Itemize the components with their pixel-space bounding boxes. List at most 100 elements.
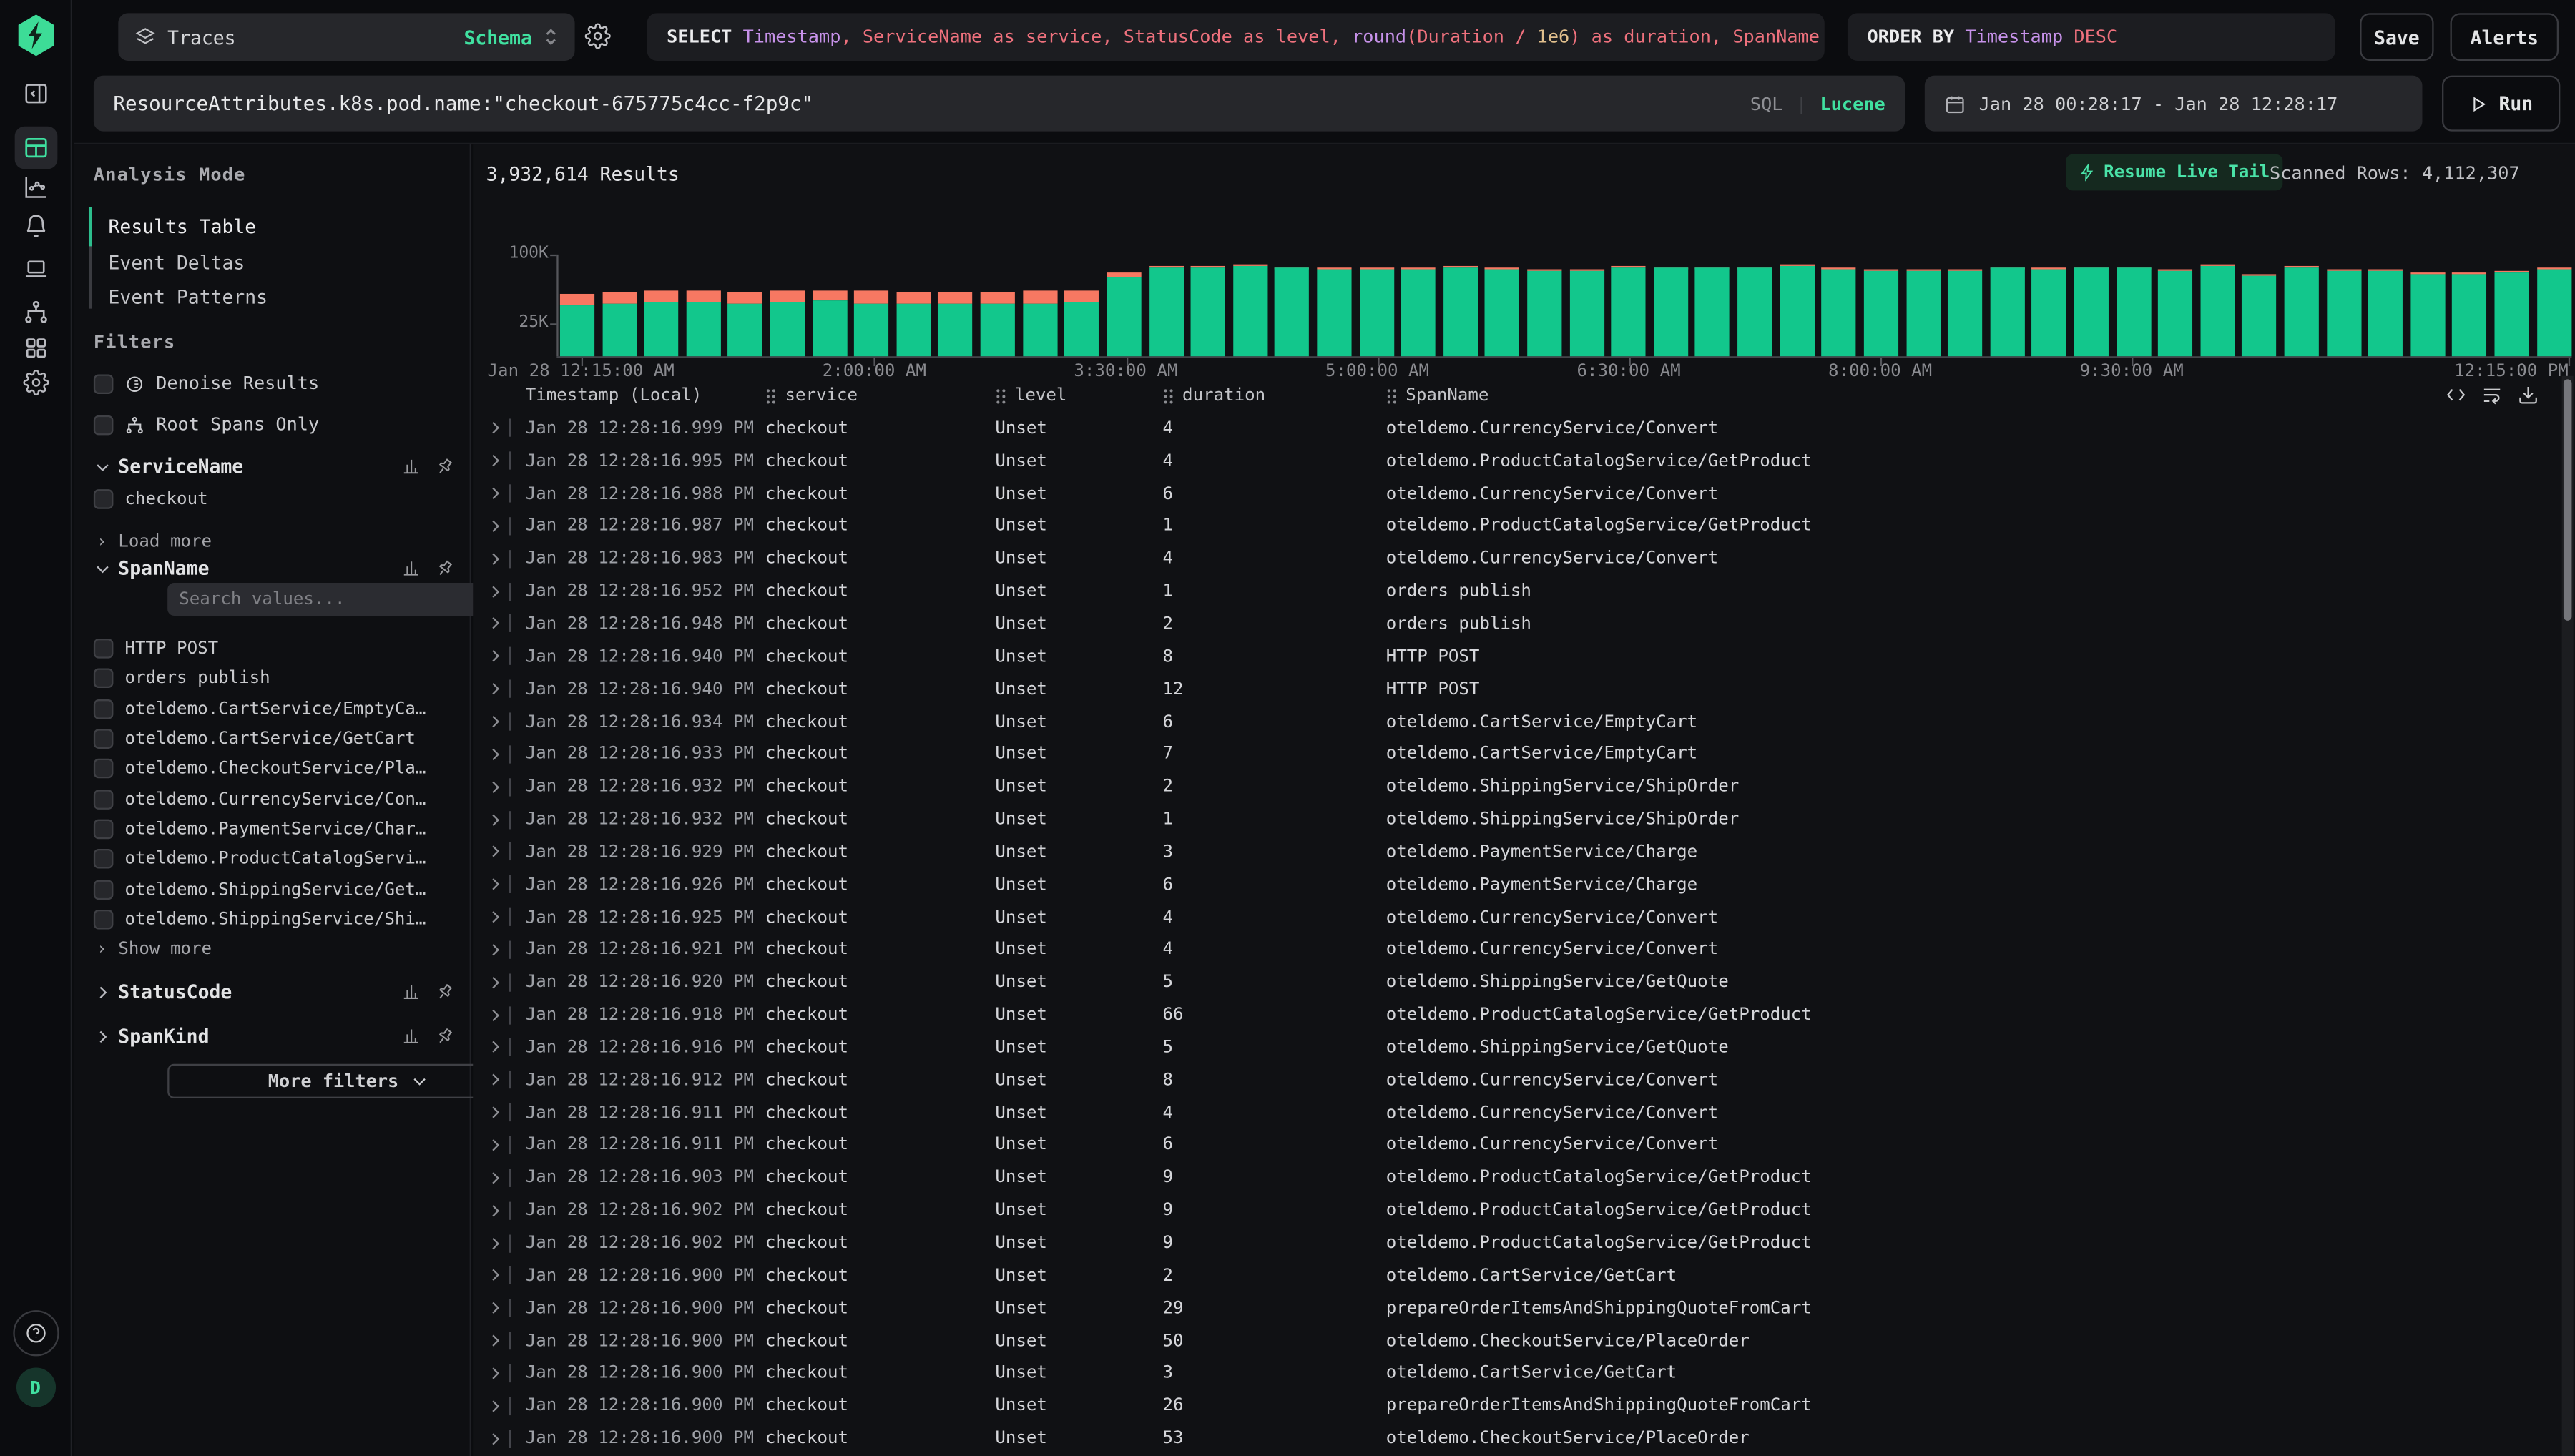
table-row[interactable]: Jan 28 12:28:16.987 PMcheckoutUnset1otel… <box>473 510 2560 543</box>
filter-value-row[interactable]: orders publish <box>94 664 461 694</box>
group-statuscode-header[interactable]: StatusCode <box>94 980 455 1003</box>
row-expand-icon[interactable] <box>488 586 499 597</box>
chart-bar[interactable] <box>1233 265 1267 357</box>
spanname-show-more[interactable]: ›Show more <box>97 939 212 959</box>
table-row[interactable]: Jan 28 12:28:16.916 PMcheckoutUnset5otel… <box>473 1031 2560 1064</box>
table-row[interactable]: Jan 28 12:28:16.952 PMcheckoutUnset1orde… <box>473 575 2560 608</box>
collapse-panel-icon[interactable] <box>22 81 49 107</box>
pin-icon[interactable] <box>431 1022 459 1050</box>
chart-toggle-icon[interactable] <box>401 456 421 476</box>
chart-bar[interactable] <box>1107 272 1141 356</box>
sql-select-editor[interactable]: SELECT Timestamp, ServiceName as service… <box>647 13 1825 61</box>
servicename-load-more[interactable]: ›Load more <box>97 532 212 552</box>
table-row[interactable]: Jan 28 12:28:16.900 PMcheckoutUnset53ote… <box>473 1422 2560 1455</box>
save-button[interactable]: Save <box>2360 13 2433 61</box>
chart-bar[interactable] <box>2285 266 2319 356</box>
table-row[interactable]: Jan 28 12:28:16.995 PMcheckoutUnset4otel… <box>473 445 2560 478</box>
row-expand-icon[interactable] <box>488 716 499 727</box>
chart-bar[interactable] <box>770 290 805 356</box>
chart-bar[interactable] <box>1359 267 1393 356</box>
chart-bar[interactable] <box>1948 269 1982 356</box>
col-service[interactable]: service <box>765 386 995 406</box>
chart-bar[interactable] <box>2116 267 2150 356</box>
row-expand-icon[interactable] <box>488 846 499 857</box>
table-row[interactable]: Jan 28 12:28:16.948 PMcheckoutUnset2orde… <box>473 608 2560 641</box>
table-row[interactable]: Jan 28 12:28:16.933 PMcheckoutUnset7otel… <box>473 738 2560 771</box>
chart-bar[interactable] <box>1317 267 1351 356</box>
table-row[interactable]: Jan 28 12:28:16.912 PMcheckoutUnset8otel… <box>473 1063 2560 1096</box>
root-spans-checkbox[interactable] <box>94 415 114 435</box>
col-duration[interactable]: duration <box>1163 386 1386 406</box>
filter-value-row[interactable]: oteldemo.CheckoutService/Pla… <box>94 754 461 784</box>
mode-event-patterns[interactable]: Event Patterns <box>109 285 268 308</box>
chart-bar[interactable] <box>1569 269 1604 356</box>
row-expand-icon[interactable] <box>488 1074 499 1086</box>
table-row[interactable]: Jan 28 12:28:16.926 PMcheckoutUnset6otel… <box>473 868 2560 901</box>
chart-bar[interactable] <box>1990 267 2024 356</box>
table-row[interactable]: Jan 28 12:28:16.983 PMcheckoutUnset4otel… <box>473 543 2560 576</box>
chart-bar[interactable] <box>2200 265 2235 357</box>
table-row[interactable]: Jan 28 12:28:16.900 PMcheckoutUnset29pre… <box>473 1292 2560 1324</box>
denoise-checkbox[interactable] <box>94 373 114 393</box>
chart-bar[interactable] <box>1527 270 1561 356</box>
settings-icon[interactable] <box>22 370 49 396</box>
table-row[interactable]: Jan 28 12:28:16.920 PMcheckoutUnset5otel… <box>473 966 2560 999</box>
chart-bar[interactable] <box>2074 267 2109 356</box>
row-expand-icon[interactable] <box>488 455 499 466</box>
table-row[interactable]: Jan 28 12:28:16.900 PMcheckoutUnset26pre… <box>473 1389 2560 1422</box>
chart-bar[interactable] <box>1443 266 1478 356</box>
pin-icon[interactable] <box>431 453 459 481</box>
filter-value-row[interactable]: HTTP POST <box>94 634 461 664</box>
filter-value-checkbox[interactable] <box>94 669 114 689</box>
chart-bar[interactable] <box>1275 267 1309 356</box>
chart-bar[interactable] <box>2032 267 2066 356</box>
download-icon[interactable] <box>2518 384 2539 405</box>
chart-toggle-icon[interactable] <box>401 1026 421 1046</box>
filter-value-row[interactable]: oteldemo.ShippingService/Shi… <box>94 904 461 934</box>
chart-bar[interactable] <box>1612 266 1646 356</box>
table-row[interactable]: Jan 28 12:28:16.932 PMcheckoutUnset2otel… <box>473 770 2560 803</box>
search-results-icon[interactable] <box>14 127 57 169</box>
scrollbar-thumb[interactable] <box>2564 379 2571 621</box>
chart-bar[interactable] <box>560 294 594 357</box>
row-expand-icon[interactable] <box>488 488 499 499</box>
app-logo[interactable] <box>14 13 57 57</box>
row-expand-icon[interactable] <box>488 1432 499 1444</box>
chart-bar[interactable] <box>1485 267 1519 356</box>
table-row[interactable]: Jan 28 12:28:16.900 PMcheckoutUnset50ote… <box>473 1324 2560 1357</box>
col-level[interactable]: level <box>995 386 1162 406</box>
table-row[interactable]: Jan 28 12:28:16.903 PMcheckoutUnset9otel… <box>473 1161 2560 1194</box>
table-row[interactable]: Jan 28 12:28:16.999 PMcheckoutUnset4otel… <box>473 412 2560 445</box>
chart-bar[interactable] <box>1906 269 1940 356</box>
chart-bar[interactable] <box>602 292 637 356</box>
table-row[interactable]: Jan 28 12:28:16.918 PMcheckoutUnset66ote… <box>473 998 2560 1031</box>
row-expand-icon[interactable] <box>488 683 499 694</box>
chart-bar[interactable] <box>644 291 679 357</box>
table-row[interactable]: Jan 28 12:28:16.921 PMcheckoutUnset4otel… <box>473 933 2560 966</box>
chart-bar[interactable] <box>2326 270 2360 356</box>
filter-value-checkbox[interactable] <box>94 789 114 809</box>
row-expand-icon[interactable] <box>488 521 499 532</box>
filter-value-checkbox[interactable] <box>94 639 114 659</box>
filter-value-row[interactable]: oteldemo.CartService/EmptyCa… <box>94 694 461 724</box>
chart-bar[interactable] <box>1064 291 1099 357</box>
filter-value-checkbox[interactable] <box>94 759 114 779</box>
chart-bar[interactable] <box>2495 270 2529 356</box>
row-expand-icon[interactable] <box>488 749 499 760</box>
chart-toggle-icon[interactable] <box>401 982 421 1002</box>
col-spanname[interactable]: SpanName <box>1386 386 2575 406</box>
chart-bar[interactable] <box>1401 267 1436 356</box>
table-row[interactable]: Jan 28 12:28:16.934 PMcheckoutUnset6otel… <box>473 705 2560 738</box>
pin-icon[interactable] <box>431 978 459 1005</box>
table-row[interactable]: Jan 28 12:28:16.900 PMcheckoutUnset3otel… <box>473 1357 2560 1390</box>
row-expand-icon[interactable] <box>488 976 499 988</box>
row-expand-icon[interactable] <box>488 651 499 662</box>
help-icon[interactable] <box>12 1310 58 1356</box>
user-avatar[interactable]: D <box>16 1368 55 1407</box>
row-expand-icon[interactable] <box>488 1367 499 1379</box>
table-row[interactable]: Jan 28 12:28:16.929 PMcheckoutUnset3otel… <box>473 836 2560 869</box>
mode-results-table[interactable]: Results Table <box>109 215 257 238</box>
row-expand-icon[interactable] <box>488 1269 499 1281</box>
view-code-icon[interactable] <box>2446 384 2467 405</box>
row-expand-icon[interactable] <box>488 1302 499 1314</box>
